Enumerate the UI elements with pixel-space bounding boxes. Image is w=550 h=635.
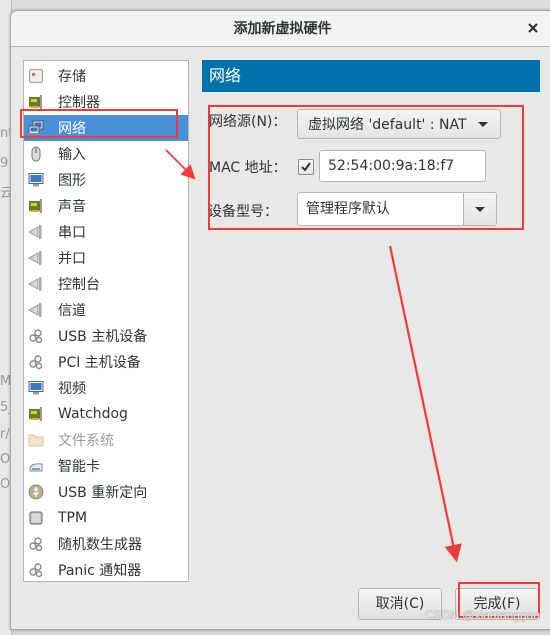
hardware-list-item-label: 智能卡 — [58, 459, 100, 475]
hardware-list-item-label: 文件系统 — [58, 433, 114, 449]
checkmark-icon — [301, 162, 311, 172]
hardware-list-item-label: 信道 — [58, 303, 86, 319]
chevron-down-icon — [475, 207, 485, 212]
hardware-list-item[interactable]: 并口 — [24, 245, 188, 271]
hardware-list-item[interactable]: 控制器 — [24, 89, 188, 115]
network-icon — [28, 120, 44, 136]
hardware-list-item[interactable]: 控制台 — [24, 271, 188, 297]
hardware-list-item-label: 图形 — [58, 173, 86, 189]
dialog-titlebar[interactable]: 添加新虚拟硬件 — [11, 11, 550, 47]
console-icon — [27, 276, 44, 292]
serial-port-icon — [27, 224, 44, 240]
device-model-label: 设备型号： — [208, 204, 278, 220]
sound-card-icon — [28, 198, 44, 214]
hardware-list-item[interactable]: 随机数生成器 — [24, 531, 188, 557]
panel-header: 网络 — [202, 60, 540, 92]
hardware-list-item[interactable]: 图形 — [24, 167, 188, 193]
rng-icon — [28, 536, 44, 552]
network-source-dropdown[interactable]: 虚拟网络 'default' : NAT — [297, 109, 501, 139]
storage-icon — [28, 68, 44, 84]
network-source-value: 虚拟网络 'default' : NAT — [308, 117, 467, 133]
usb-redirect-icon — [28, 484, 44, 500]
hardware-list-item-label: 控制器 — [58, 95, 100, 111]
hardware-list-item[interactable]: 串口 — [24, 219, 188, 245]
hardware-list-item-label: Watchdog — [58, 406, 128, 422]
hardware-list-item-label: 声音 — [58, 199, 86, 215]
hardware-list-item-label: USB 主机设备 — [58, 329, 148, 345]
network-source-label: 网络源(N)： — [209, 114, 287, 130]
hardware-list-item-label: 输入 — [58, 147, 86, 163]
folder-icon — [28, 432, 44, 448]
hardware-list-item-label: 视频 — [58, 381, 86, 397]
device-model-combobox[interactable]: 管理程序默认 — [297, 192, 497, 226]
hardware-list-item[interactable]: 输入 — [24, 141, 188, 167]
device-model-dropdown-button[interactable] — [463, 193, 496, 225]
hardware-list-item[interactable]: 文件系统 — [24, 427, 188, 453]
hardware-list-item-label: PCI 主机设备 — [58, 355, 141, 371]
hardware-list-item-label: 串口 — [58, 225, 86, 241]
controller-card-icon — [28, 94, 44, 110]
hardware-list-item-label: 网络 — [58, 121, 86, 137]
tpm-chip-icon — [28, 510, 44, 526]
hardware-list-item[interactable]: 信道 — [24, 297, 188, 323]
mac-address-input[interactable]: 52:54:00:9a:18:f7 — [319, 150, 486, 182]
panic-notifier-icon — [28, 562, 44, 578]
dialog-title: 添加新虚拟硬件 — [233, 21, 332, 37]
video-icon — [28, 380, 44, 396]
hardware-list-item[interactable]: Panic 通知器 — [24, 557, 188, 583]
hardware-list-item-label: 并口 — [58, 251, 86, 267]
hardware-list-item-label: 存储 — [58, 69, 86, 85]
hardware-type-list[interactable]: 存储控制器网络输入图形声音串口并口控制台信道 USB 主机设备 PCI 主机设备 视频… — [23, 60, 189, 582]
add-virtual-hardware-dialog: 添加新虚拟硬件 存储 控制器 网络 输入 图形 声音 串口 并口 控制台 信道 USB 主机设备 PC… — [10, 10, 550, 630]
hardware-list-item[interactable]: 声音 — [24, 193, 188, 219]
hardware-list-item[interactable]: TPM — [24, 505, 188, 531]
watermark: CSDN @xiaotanggao — [425, 608, 540, 622]
mac-address-checkbox[interactable] — [298, 159, 314, 175]
hardware-list-item[interactable]: USB 重新定向 — [24, 479, 188, 505]
hardware-list-item[interactable]: 存储 — [24, 63, 188, 89]
hardware-list-item[interactable]: PCI 主机设备 — [24, 349, 188, 375]
parallel-port-icon — [27, 250, 44, 266]
close-icon — [528, 23, 538, 33]
mac-address-label: MAC 地址： — [209, 160, 287, 176]
hardware-list-item[interactable]: USB 主机设备 — [24, 323, 188, 349]
hardware-list-item-label: TPM — [58, 510, 88, 526]
channel-icon — [27, 302, 44, 318]
hardware-list-item[interactable]: 智能卡 — [24, 453, 188, 479]
close-button[interactable] — [524, 19, 542, 37]
hardware-list-item[interactable]: 视频 — [24, 375, 188, 401]
hardware-list-item[interactable]: 网络 — [24, 115, 188, 141]
monitor-icon — [28, 172, 44, 188]
hardware-list-item[interactable]: Watchdog — [24, 401, 188, 427]
hardware-list-item-label: 随机数生成器 — [58, 537, 142, 553]
hardware-list-item-label: 控制台 — [58, 277, 100, 293]
device-model-value: 管理程序默认 — [306, 201, 390, 217]
usb-host-device-icon — [28, 328, 44, 344]
hardware-list-item-label: Panic 通知器 — [58, 563, 142, 579]
smartcard-icon — [28, 458, 44, 474]
chevron-down-icon — [478, 122, 488, 127]
watchdog-card-icon — [28, 406, 44, 422]
mouse-icon — [28, 146, 44, 162]
hardware-list-item-label: USB 重新定向 — [58, 485, 148, 501]
pci-host-device-icon — [28, 354, 44, 370]
